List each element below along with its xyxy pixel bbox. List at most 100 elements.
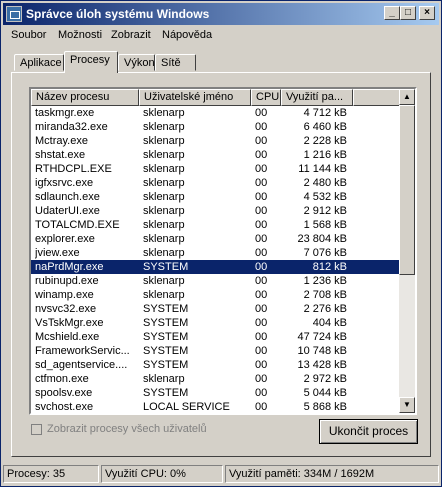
process-cpu: 00	[255, 387, 268, 399]
process-name: ctfmon.exe	[35, 373, 89, 385]
status-bar: Procesy: 35 Využití CPU: 0% Využití pamě…	[3, 465, 439, 483]
maximize-button[interactable]: □	[400, 6, 416, 20]
process-memory: 6 460 kB	[303, 121, 347, 133]
process-user: SYSTEM	[143, 345, 189, 357]
process-memory: 2 912 kB	[303, 205, 347, 217]
process-cpu: 00	[255, 163, 268, 175]
process-cpu: 00	[255, 149, 268, 161]
status-processes: Procesy: 35	[3, 465, 99, 483]
process-memory: 5 868 kB	[303, 401, 347, 413]
process-cpu: 00	[255, 303, 268, 315]
process-cpu: 00	[255, 345, 268, 357]
process-row[interactable]: spoolsv.exe SYSTEM 00 5 044 kB	[31, 386, 401, 400]
process-row[interactable]: miranda32.exe sklenarp 00 6 460 kB	[31, 120, 401, 134]
vertical-scrollbar[interactable]: ▲ ▼	[399, 89, 415, 413]
process-name: UdaterUI.exe	[35, 205, 100, 217]
process-row[interactable]: Mctray.exe sklenarp 00 2 228 kB	[31, 134, 401, 148]
process-name: Mcshield.exe	[35, 331, 100, 343]
process-user: sklenarp	[143, 219, 185, 231]
end-process-button[interactable]: Ukončit proces	[319, 419, 418, 444]
process-user: sklenarp	[143, 177, 185, 189]
process-memory: 13 428 kB	[297, 359, 347, 371]
process-user: SYSTEM	[143, 331, 189, 343]
process-row[interactable]: winamp.exe sklenarp 00 2 708 kB	[31, 288, 401, 302]
process-name: TOTALCMD.EXE	[35, 219, 120, 231]
process-cpu: 00	[255, 275, 268, 287]
process-row[interactable]: FrameworkServic... SYSTEM 00 10 748 kB	[31, 344, 401, 358]
process-name: FrameworkServic...	[35, 345, 130, 357]
scroll-down-arrow-icon[interactable]: ▼	[399, 397, 415, 413]
process-memory: 10 748 kB	[297, 345, 347, 357]
menu-zobrazit[interactable]: Zobrazit	[111, 29, 151, 41]
tab-aplikace[interactable]: Aplikace	[14, 54, 64, 71]
process-memory: 2 228 kB	[303, 135, 347, 147]
minimize-button[interactable]: _	[384, 6, 400, 20]
process-user: sklenarp	[143, 373, 185, 385]
process-memory: 1 216 kB	[303, 149, 347, 161]
process-row[interactable]: sdlaunch.exe sklenarp 00 4 532 kB	[31, 190, 401, 204]
process-memory: 23 804 kB	[297, 233, 347, 245]
process-name: jview.exe	[35, 247, 80, 259]
process-user: sklenarp	[143, 289, 185, 301]
tab-strip: Aplikace Procesy Výkon Sítě	[11, 51, 431, 73]
process-cpu: 00	[255, 401, 268, 413]
process-name: sdlaunch.exe	[35, 191, 100, 203]
title-bar[interactable]: Správce úloh systému Windows _ □ ×	[3, 3, 439, 25]
process-row[interactable]: UdaterUI.exe sklenarp 00 2 912 kB	[31, 204, 401, 218]
tab-vykon[interactable]: Výkon	[118, 54, 155, 71]
checkbox-box[interactable]	[31, 424, 42, 435]
scroll-up-arrow-icon[interactable]: ▲	[399, 89, 415, 105]
scroll-thumb[interactable]	[399, 105, 415, 275]
menu-moznosti[interactable]: Možnosti	[58, 29, 102, 41]
process-row[interactable]: nvsvc32.exe SYSTEM 00 2 276 kB	[31, 302, 401, 316]
process-name: spoolsv.exe	[35, 387, 93, 399]
process-user: sklenarp	[143, 247, 185, 259]
process-name: rubinupd.exe	[35, 275, 99, 287]
process-row[interactable]: svchost.exe LOCAL SERVICE 00 5 868 kB	[31, 400, 401, 413]
column-header-memory[interactable]: Využití pa...	[281, 89, 353, 106]
process-user: SYSTEM	[143, 261, 189, 273]
process-list[interactable]: Název procesu Uživatelské jméno CPU Využ…	[29, 87, 417, 415]
process-memory: 2 708 kB	[303, 289, 347, 301]
process-user: LOCAL SERVICE	[143, 401, 230, 413]
status-cpu: Využití CPU: 0%	[101, 465, 223, 483]
tab-procesy[interactable]: Procesy	[64, 51, 118, 73]
process-cpu: 00	[255, 261, 268, 273]
process-row[interactable]: Mcshield.exe SYSTEM 00 47 724 kB	[31, 330, 401, 344]
tab-site[interactable]: Sítě	[155, 54, 196, 71]
process-row[interactable]: VsTskMgr.exe SYSTEM 00 404 kB	[31, 316, 401, 330]
process-row[interactable]: shstat.exe sklenarp 00 1 216 kB	[31, 148, 401, 162]
close-button[interactable]: ×	[419, 6, 435, 20]
process-cpu: 00	[255, 359, 268, 371]
menu-napoveda[interactable]: Nápověda	[162, 29, 212, 41]
column-header-user[interactable]: Uživatelské jméno	[139, 89, 251, 106]
process-user: sklenarp	[143, 205, 185, 217]
process-row[interactable]: taskmgr.exe sklenarp 00 4 712 kB	[31, 106, 401, 120]
process-name: igfxsrvc.exe	[35, 177, 94, 189]
process-user: SYSTEM	[143, 359, 189, 371]
process-memory: 4 532 kB	[303, 191, 347, 203]
process-name: shstat.exe	[35, 149, 86, 161]
process-row[interactable]: TOTALCMD.EXE sklenarp 00 1 568 kB	[31, 218, 401, 232]
process-user: sklenarp	[143, 233, 185, 245]
process-memory: 404 kB	[312, 317, 347, 329]
process-user: sklenarp	[143, 163, 185, 175]
column-header-filler	[353, 89, 401, 106]
process-memory: 2 972 kB	[303, 373, 347, 385]
column-header-name[interactable]: Název procesu	[31, 89, 139, 106]
process-memory: 5 044 kB	[303, 387, 347, 399]
process-cpu: 00	[255, 107, 268, 119]
process-row[interactable]: sd_agentservice.... SYSTEM 00 13 428 kB	[31, 358, 401, 372]
process-memory: 2 276 kB	[303, 303, 347, 315]
process-cpu: 00	[255, 177, 268, 189]
process-row[interactable]: ctfmon.exe sklenarp 00 2 972 kB	[31, 372, 401, 386]
process-row[interactable]: rubinupd.exe sklenarp 00 1 236 kB	[31, 274, 401, 288]
process-row[interactable]: jview.exe sklenarp 00 7 076 kB	[31, 246, 401, 260]
process-row[interactable]: explorer.exe sklenarp 00 23 804 kB	[31, 232, 401, 246]
process-memory: 1 236 kB	[303, 275, 347, 287]
process-row[interactable]: igfxsrvc.exe sklenarp 00 2 480 kB	[31, 176, 401, 190]
process-row[interactable]: RTHDCPL.EXE sklenarp 00 11 144 kB	[31, 162, 401, 176]
column-header-cpu[interactable]: CPU	[251, 89, 281, 106]
process-row[interactable]: naPrdMgr.exe SYSTEM 00 812 kB	[31, 260, 401, 274]
menu-soubor[interactable]: Soubor	[11, 29, 46, 41]
